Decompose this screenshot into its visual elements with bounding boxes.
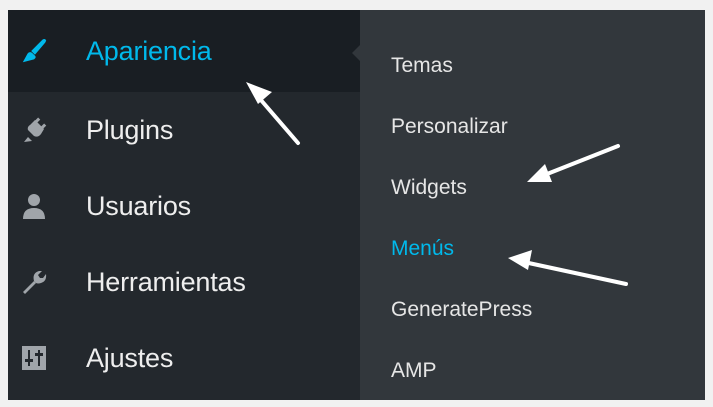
submenu-item-generatepress[interactable]: GeneratePress	[391, 298, 532, 322]
admin-sidebar: Apariencia Plugins Usuarios Herramientas…	[8, 10, 361, 400]
sidebar-item-label: Ajustes	[86, 342, 174, 373]
sidebar-item-apariencia[interactable]: Apariencia	[8, 10, 360, 92]
apariencia-submenu: Temas Personalizar Widgets Menús Generat…	[360, 10, 705, 400]
plug-icon	[20, 116, 48, 144]
user-icon	[20, 192, 48, 220]
submenu-item-menus[interactable]: Menús	[391, 237, 454, 261]
sidebar-item-usuarios[interactable]: Usuarios	[8, 168, 360, 244]
sidebar-item-plugins[interactable]: Plugins	[8, 92, 360, 168]
admin-menu-frame: Apariencia Plugins Usuarios Herramientas…	[8, 10, 705, 400]
submenu-item-widgets[interactable]: Widgets	[391, 176, 467, 200]
sidebar-item-label: Usuarios	[86, 190, 191, 221]
wrench-icon	[20, 268, 48, 296]
submenu-item-personalizar[interactable]: Personalizar	[391, 115, 508, 139]
sliders-icon	[20, 344, 48, 372]
submenu-item-amp[interactable]: AMP	[391, 359, 437, 383]
sidebar-item-label: Apariencia	[86, 35, 212, 66]
sidebar-item-label: Herramientas	[86, 266, 246, 297]
sidebar-item-ajustes[interactable]: Ajustes	[8, 320, 360, 396]
submenu-item-temas[interactable]: Temas	[391, 54, 453, 78]
paintbrush-icon	[20, 37, 48, 65]
sidebar-item-label: Plugins	[86, 114, 174, 145]
sidebar-item-herramientas[interactable]: Herramientas	[8, 244, 360, 320]
